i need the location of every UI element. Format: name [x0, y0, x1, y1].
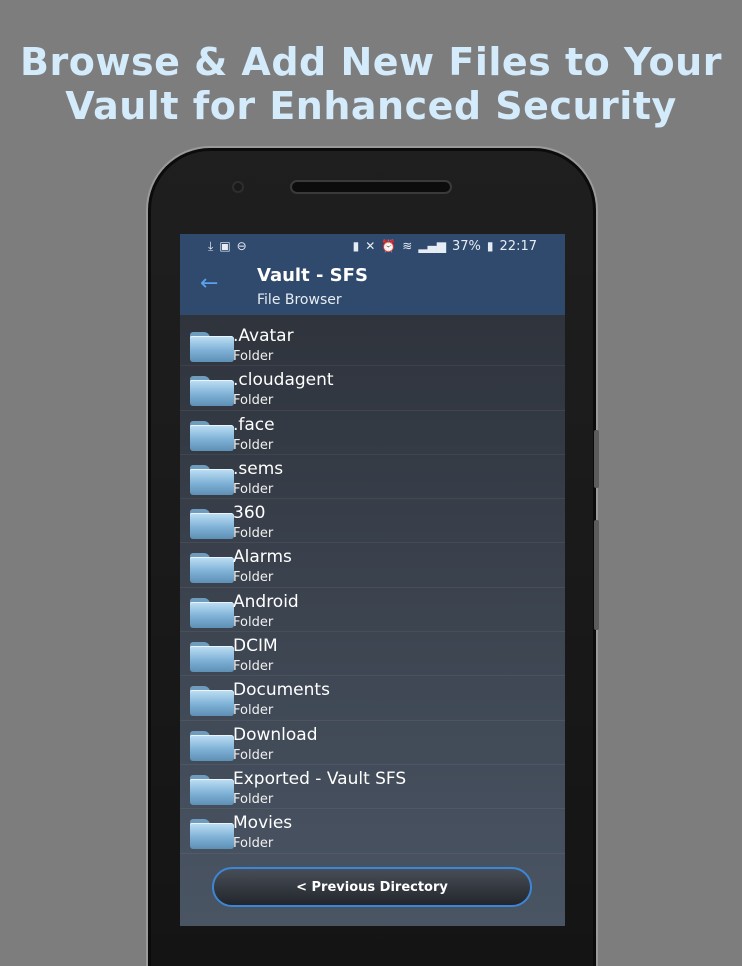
front-camera [232, 181, 244, 193]
battery-saver-icon: ▮ [352, 239, 360, 253]
battery-icon: ▮ [486, 239, 494, 253]
file-type: Folder [233, 791, 274, 807]
file-name: DCIM [233, 636, 278, 657]
app-subtitle: File Browser [257, 292, 342, 308]
folder-icon [190, 774, 234, 805]
file-name: Documents [233, 680, 330, 701]
battery-percent: 37% [452, 238, 481, 254]
list-item[interactable]: DCIM Folder [180, 632, 565, 677]
list-item[interactable]: Alarms Folder [180, 543, 565, 588]
file-name: .face [233, 414, 275, 435]
list-item[interactable]: .cloudagent Folder [180, 366, 565, 411]
file-type: Folder [233, 614, 274, 630]
folder-icon [190, 730, 234, 761]
file-type: Folder [233, 747, 274, 763]
file-type: Folder [233, 570, 274, 586]
file-name: Movies [233, 813, 293, 834]
list-item[interactable]: .Avatar Folder [180, 322, 565, 367]
volume-button [594, 430, 599, 488]
folder-icon [190, 464, 234, 495]
power-button [594, 520, 599, 630]
file-type: Folder [233, 393, 274, 409]
file-name: .Avatar [233, 326, 294, 346]
folder-icon [190, 642, 234, 673]
file-name: Android [233, 591, 299, 612]
folder-icon [190, 332, 234, 362]
file-name: .cloudagent [233, 370, 334, 391]
file-type: Folder [233, 526, 274, 542]
image-icon: ▣ [219, 239, 231, 253]
file-name: Download [233, 724, 318, 745]
folder-icon [190, 597, 234, 628]
dnd-icon: ⊖ [236, 239, 247, 253]
file-type: Folder [233, 437, 274, 453]
list-item[interactable]: Documents Folder [180, 676, 565, 721]
phone-screen: ⤓ ▣ ⊖ ▮ ✕ ⏰ ≋ ▂▄▆ 37% ▮ 22:17 ← Vault - … [180, 234, 565, 926]
list-item[interactable]: Android Folder [180, 588, 565, 633]
mute-icon: ✕ [365, 239, 376, 253]
folder-icon [190, 819, 234, 850]
list-item[interactable]: .face Folder [180, 411, 565, 455]
folder-icon [190, 509, 234, 540]
file-type: Folder [233, 836, 274, 852]
file-name: .sems [233, 458, 284, 479]
list-item[interactable]: 360 Folder [180, 499, 565, 544]
headline-line-2: Vault for Enhanced Security [65, 84, 677, 128]
app-toolbar: ← Vault - SFS File Browser [180, 258, 565, 315]
file-name: Alarms [233, 547, 292, 568]
alarm-icon: ⏰ [381, 239, 397, 253]
promo-headline: Browse & Add New Files to Your Vault for… [0, 40, 742, 128]
folder-icon [190, 376, 234, 407]
file-type: Folder [233, 481, 274, 497]
list-item[interactable]: Movies Folder [180, 809, 565, 854]
download-icon: ⤓ [208, 238, 214, 253]
clock: 22:17 [499, 238, 537, 254]
list-item[interactable]: Download Folder [180, 721, 565, 765]
folder-icon [190, 420, 234, 451]
headline-line-1: Browse & Add New Files to Your [20, 40, 722, 84]
file-list: .Avatar Folder .cloudagent Folder .face Folde… [180, 322, 565, 854]
folder-icon [190, 686, 234, 717]
file-name: Exported - Vault SFS [233, 768, 407, 789]
list-item[interactable]: .sems Folder [180, 455, 565, 500]
folder-icon [190, 553, 234, 584]
app-title: Vault - SFS [257, 265, 368, 286]
arrow-back-icon[interactable]: ← [200, 272, 224, 296]
file-type: Folder [233, 703, 274, 719]
status-bar: ⤓ ▣ ⊖ ▮ ✕ ⏰ ≋ ▂▄▆ 37% ▮ 22:17 [180, 234, 565, 258]
list-item[interactable]: Exported - Vault SFS Folder [180, 765, 565, 810]
file-type: Folder [233, 349, 274, 364]
signal-icon: ▂▄▆ [418, 239, 447, 253]
earpiece-speaker [290, 180, 452, 194]
previous-directory-button[interactable]: < Previous Directory [212, 867, 532, 907]
wifi-icon: ≋ [402, 239, 413, 253]
file-type: Folder [233, 659, 274, 675]
file-name: 360 [233, 503, 266, 524]
